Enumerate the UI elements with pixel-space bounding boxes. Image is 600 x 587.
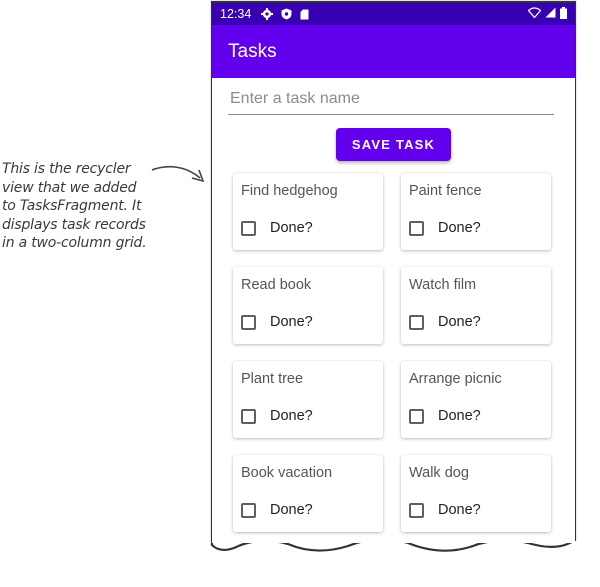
task-card: Find hedgehog Done? [233, 173, 383, 250]
task-name: Walk dog [409, 465, 469, 481]
annotation-line: displays task records [2, 216, 146, 233]
task-card: Plant tree Done? [233, 361, 383, 438]
task-card: Arrange picnic Done? [401, 361, 551, 438]
status-time: 12:34 [220, 7, 252, 21]
annotation-line: in a two-column grid. [2, 235, 147, 252]
annotation-line: to TasksFragment. It [2, 198, 142, 215]
annotation-arrow-icon [151, 165, 205, 183]
task-done-label: Done? [438, 408, 481, 424]
task-card: Read book Done? [233, 267, 383, 344]
status-right-icons [527, 6, 567, 22]
shield-icon [281, 8, 292, 20]
task-done-row: Done? [409, 502, 481, 518]
phone-screen: 12:34 Tasks Enter a task name SAVE TASK … [212, 3, 575, 543]
signal-icon [545, 7, 556, 21]
task-card: Book vacation Done? [233, 455, 383, 532]
task-done-label: Done? [270, 408, 313, 424]
task-done-checkbox[interactable] [409, 220, 424, 236]
task-name: Read book [241, 277, 312, 293]
task-done-row: Done? [241, 502, 313, 518]
task-done-row: Done? [241, 220, 313, 236]
task-done-row: Done? [409, 220, 481, 236]
task-done-row: Done? [409, 314, 481, 330]
task-done-label: Done? [438, 502, 481, 518]
task-done-label: Done? [438, 314, 481, 330]
task-name: Paint fence [409, 183, 482, 199]
task-done-checkbox[interactable] [409, 314, 424, 330]
task-done-checkbox[interactable] [241, 220, 256, 236]
settings-icon [261, 8, 274, 20]
task-done-checkbox[interactable] [241, 314, 256, 330]
sd-card-icon [300, 9, 309, 20]
task-done-checkbox[interactable] [409, 408, 424, 424]
task-done-label: Done? [270, 220, 313, 236]
task-form: SAVE TASK Find hedgehog Done? Paint fenc… [212, 78, 575, 532]
task-done-checkbox[interactable] [409, 502, 424, 518]
task-done-row: Done? [241, 314, 313, 330]
tasks-recycler-view: Find hedgehog Done? Paint fence Done? Re… [233, 173, 559, 532]
annotation-line: view that we added [2, 179, 137, 196]
page-title: Tasks [228, 40, 277, 62]
task-name: Find hedgehog [241, 183, 338, 199]
task-done-label: Done? [270, 314, 313, 330]
save-task-button[interactable]: SAVE TASK [335, 128, 452, 161]
battery-icon [560, 6, 567, 22]
save-row: SAVE TASK [228, 128, 559, 161]
task-card: Watch film Done? [401, 267, 551, 344]
task-done-row: Done? [409, 408, 481, 424]
wifi-icon [527, 7, 542, 21]
phone-frame: 12:34 Tasks Enter a task name SAVE TASK … [208, 0, 578, 560]
task-done-label: Done? [438, 220, 481, 236]
task-name-input[interactable] [228, 88, 554, 115]
task-done-checkbox[interactable] [241, 502, 256, 518]
task-name: Arrange picnic [409, 371, 502, 387]
task-done-label: Done? [270, 502, 313, 518]
status-bar: 12:34 [212, 3, 575, 25]
annotation-line: This is the recycler [2, 161, 131, 177]
task-name: Plant tree [241, 371, 304, 387]
task-done-row: Done? [241, 408, 313, 424]
task-name: Book vacation [241, 465, 333, 481]
task-card: Paint fence Done? [401, 173, 551, 250]
app-bar: Tasks [212, 25, 575, 78]
task-card: Walk dog Done? [401, 455, 551, 532]
task-done-checkbox[interactable] [241, 408, 256, 424]
annotation-text: This is the recycler view that we added … [2, 160, 172, 253]
task-name: Watch film [409, 277, 477, 293]
